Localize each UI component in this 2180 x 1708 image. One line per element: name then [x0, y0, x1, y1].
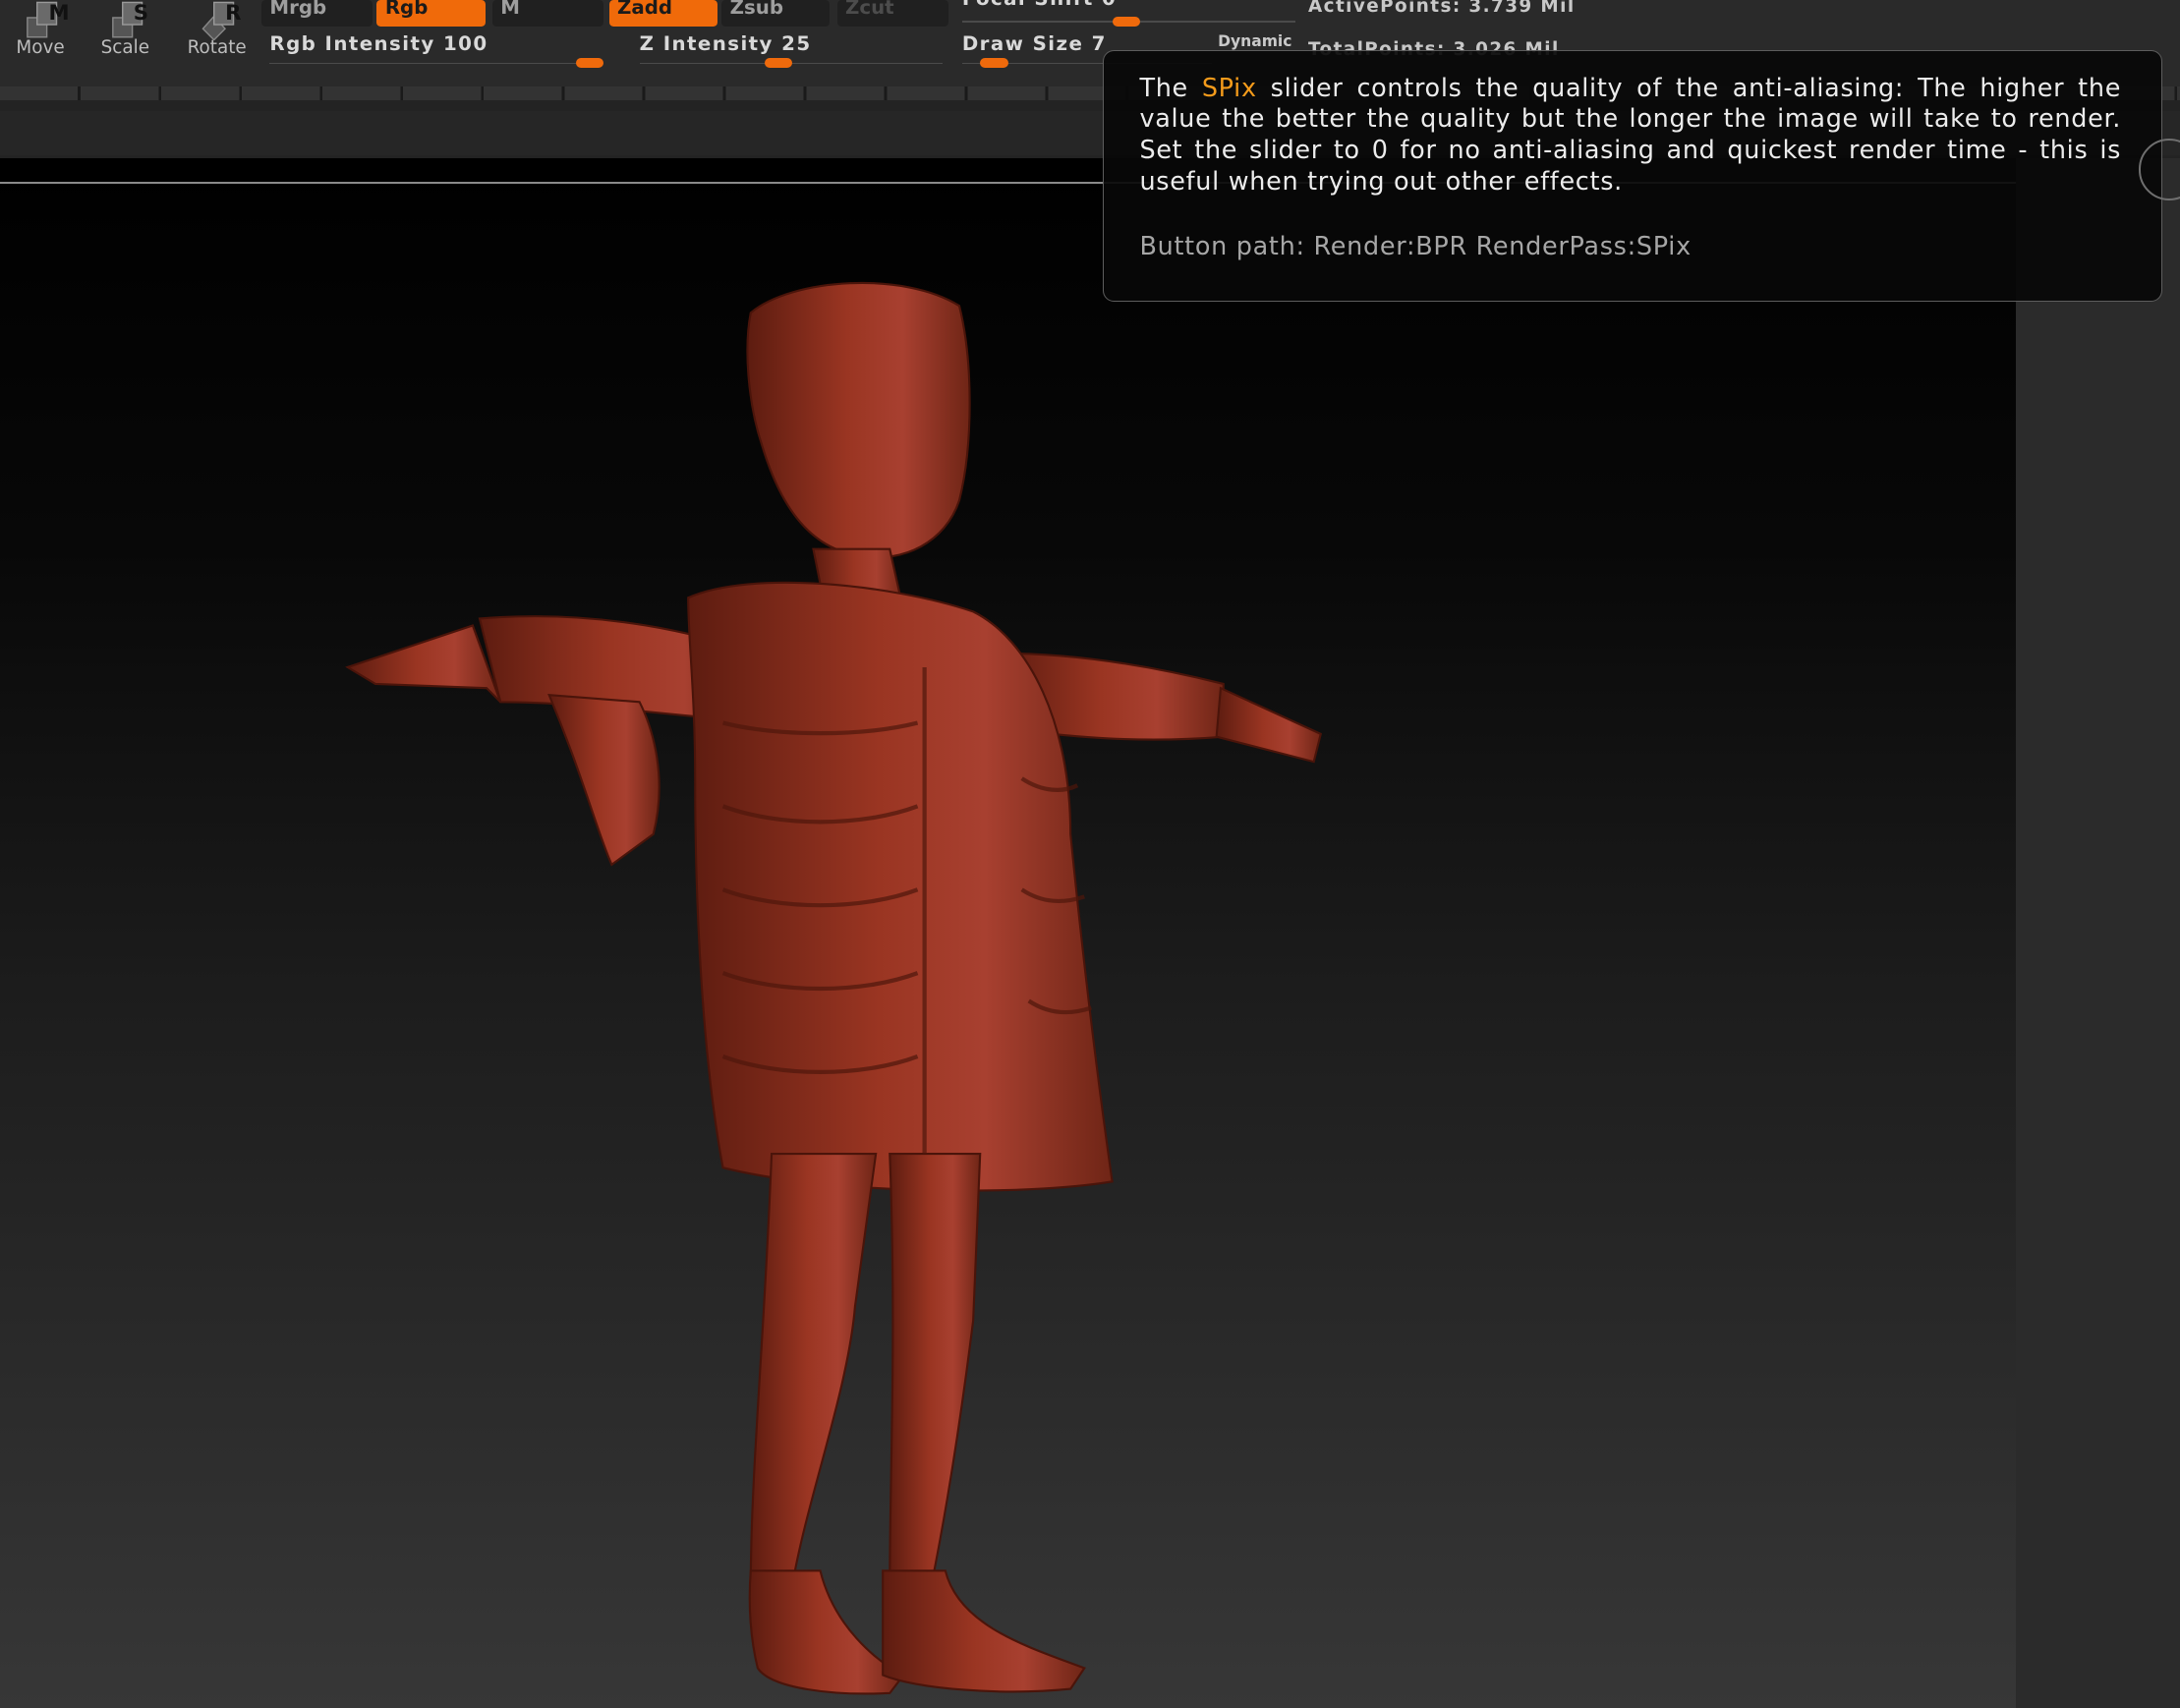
tooltip-highlight: SPix [1201, 73, 1257, 103]
tooltip-description: The SPix slider controls the quality of … [1139, 74, 2121, 199]
right-tray [2016, 158, 2180, 1708]
tooltip-button-path: Button path: Render:BPR RenderPass:SPix [1139, 231, 1692, 261]
help-tooltip: The SPix slider controls the quality of … [1102, 49, 2162, 302]
tooltip-text: slider controls the quality of the anti-… [1139, 73, 2122, 198]
tooltip-lead: The [1139, 73, 1202, 103]
zbrush-window: M Move S Scale R Rotate Mrgb Rgb M Zadd … [0, 0, 2180, 1708]
